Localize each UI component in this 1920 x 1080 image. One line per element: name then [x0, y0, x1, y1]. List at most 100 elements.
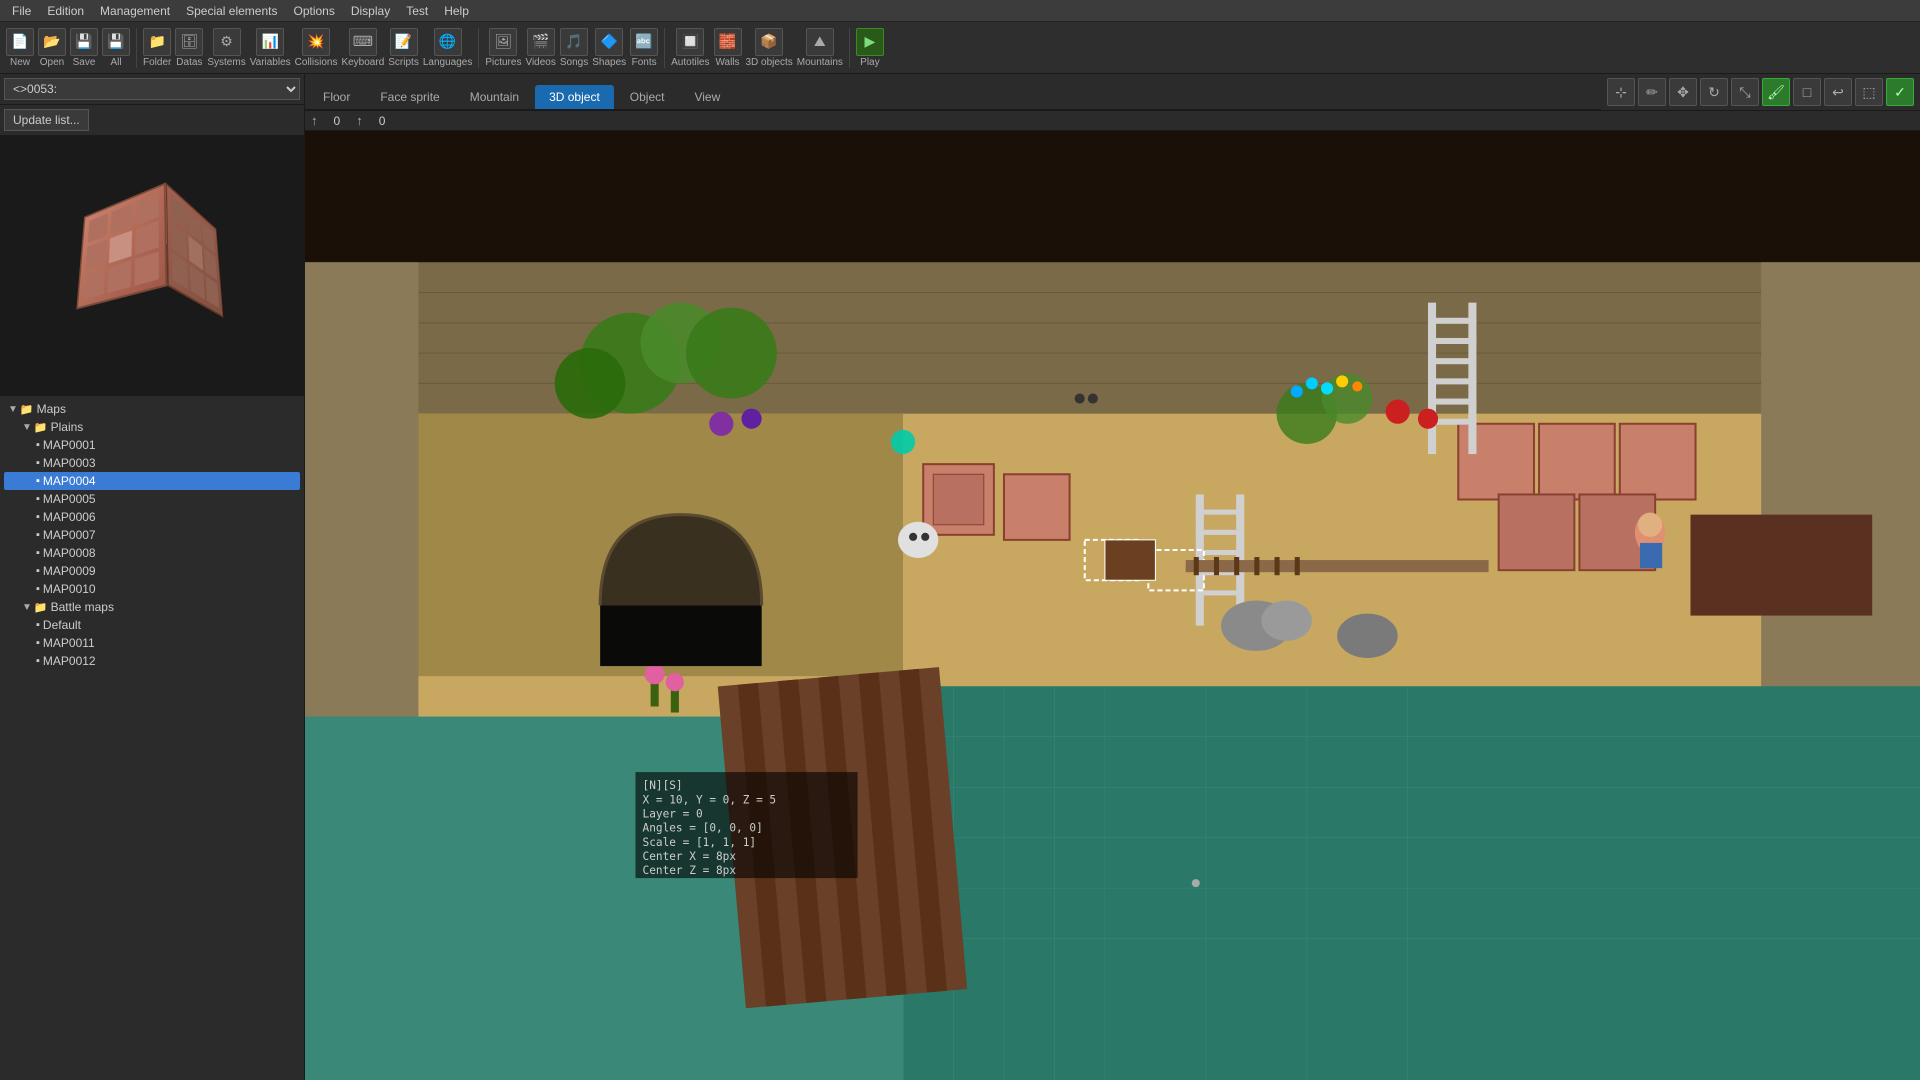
toolbar-sep-3	[664, 28, 665, 68]
menu-test[interactable]: Test	[398, 2, 436, 20]
toolbar-sep-1	[136, 28, 137, 68]
map-icon-0007: ▪	[36, 529, 40, 541]
toolbar-folder[interactable]: 📁 Folder	[143, 28, 171, 68]
autotiles-icon: 🔲	[676, 28, 704, 56]
tree-expand-maps: ▼	[8, 404, 18, 415]
plains-folder-icon: 📁	[34, 421, 48, 434]
toolbar-datas[interactable]: 🗄 Datas	[175, 28, 203, 68]
toolbar-sep-2	[478, 28, 479, 68]
menu-management[interactable]: Management	[92, 2, 178, 20]
arrow-up-icon-2: ↑	[356, 113, 363, 128]
tree-map0010[interactable]: ▪ MAP0010	[4, 580, 300, 598]
tree-map0003[interactable]: ▪ MAP0003	[4, 454, 300, 472]
map-icon-0004: ▪	[36, 475, 40, 487]
toolbar-shapes[interactable]: 🔷 Shapes	[592, 28, 626, 68]
rotate-button[interactable]: ↻	[1700, 78, 1728, 106]
tabs: Floor Face sprite Mountain 3D object Obj…	[305, 74, 1601, 110]
menu-file[interactable]: File	[4, 2, 39, 20]
all-icon: 💾	[102, 28, 130, 56]
toolbar-languages[interactable]: 🌐 Languages	[423, 28, 473, 68]
cursor-button[interactable]: ⊹	[1607, 78, 1635, 106]
toolbar-autotiles[interactable]: 🔲 Autotiles	[671, 28, 709, 68]
tree-map0006[interactable]: ▪ MAP0006	[4, 508, 300, 526]
mountains-icon: ⛰	[806, 28, 834, 56]
map-selector-row: <>0053:	[0, 74, 304, 105]
toolbar-all[interactable]: 💾 All	[102, 28, 130, 68]
toolbar-variables[interactable]: 📊 Variables	[250, 28, 291, 68]
move-button[interactable]: ✥	[1669, 78, 1697, 106]
play-icon: ▶	[856, 28, 884, 56]
map-canvas[interactable]: [N][S] X = 10, Y = 0, Z = 5 Layer = 0 An…	[305, 131, 1920, 1080]
toolbar-mountains[interactable]: ⛰ Mountains	[797, 28, 843, 68]
toolbar-sep-4	[849, 28, 850, 68]
map-scene: [N][S] X = 10, Y = 0, Z = 5 Layer = 0 An…	[305, 131, 1920, 1080]
map-icon-0003: ▪	[36, 457, 40, 469]
menu-help[interactable]: Help	[436, 2, 477, 20]
tree-map0011[interactable]: ▪ MAP0011	[4, 634, 300, 652]
tree-map0009[interactable]: ▪ MAP0009	[4, 562, 300, 580]
tab-floor[interactable]: Floor	[309, 85, 364, 109]
svg-text:Angles = [0, 0, 0]: Angles = [0, 0, 0]	[643, 822, 763, 835]
battlemaps-folder-icon: 📁	[34, 601, 48, 614]
tab-3d-object[interactable]: 3D object	[535, 85, 614, 109]
erase-button[interactable]: □	[1793, 78, 1821, 106]
folder-icon: 📁	[143, 28, 171, 56]
tree-default[interactable]: ▪ Default	[4, 616, 300, 634]
update-list-button[interactable]: Update list...	[4, 109, 89, 131]
toolbar-3dobjects[interactable]: 📦 3D objects	[746, 28, 793, 68]
toolbar-new[interactable]: 📄 New	[6, 28, 34, 68]
keyboard-icon: ⌨	[349, 28, 377, 56]
menu-options[interactable]: Options	[285, 2, 342, 20]
tree-map0001[interactable]: ▪ MAP0001	[4, 436, 300, 454]
draw-button[interactable]: 🖌	[1762, 78, 1790, 106]
tree-map0005[interactable]: ▪ MAP0005	[4, 490, 300, 508]
svg-text:Center X = 8px: Center X = 8px	[643, 850, 737, 863]
tree-map0007[interactable]: ▪ MAP0007	[4, 526, 300, 544]
tree-battlemaps-group[interactable]: ▼ 📁 Battle maps	[4, 598, 300, 616]
tree-plains-group[interactable]: ▼ 📁 Plains	[4, 418, 300, 436]
tab-mountain[interactable]: Mountain	[456, 85, 533, 109]
scale-button[interactable]: ⤡	[1731, 78, 1759, 106]
left-panel: <>0053: Update list...	[0, 74, 305, 1080]
toolbar-scripts[interactable]: 📝 Scripts	[388, 28, 419, 68]
pictures-icon: 🖼	[489, 28, 517, 56]
main-layout: <>0053: Update list...	[0, 74, 1920, 1080]
pencil-button[interactable]: ✏	[1638, 78, 1666, 106]
tab-object[interactable]: Object	[616, 85, 679, 109]
toolbar-play[interactable]: ▶ Play	[856, 28, 884, 68]
toolbar-keyboard[interactable]: ⌨ Keyboard	[341, 28, 384, 68]
map-icon-0009: ▪	[36, 565, 40, 577]
fonts-icon: 🔤	[630, 28, 658, 56]
map-selector-dropdown[interactable]: <>0053:	[4, 78, 300, 100]
toolbar-systems[interactable]: ⚙ Systems	[207, 28, 245, 68]
undo-button[interactable]: ↩	[1824, 78, 1852, 106]
tree-map0008[interactable]: ▪ MAP0008	[4, 544, 300, 562]
menu-display[interactable]: Display	[343, 2, 398, 20]
tree-map0004[interactable]: ▪ MAP0004	[4, 472, 300, 490]
toolbar-collisions[interactable]: 💥 Collisions	[295, 28, 338, 68]
tab-view[interactable]: View	[680, 85, 734, 109]
menu-special-elements[interactable]: Special elements	[178, 2, 285, 20]
tree-maps-group[interactable]: ▼ 📁 Maps	[4, 400, 300, 418]
menu-edition[interactable]: Edition	[39, 2, 92, 20]
map-icon-0010: ▪	[36, 583, 40, 595]
confirm-button[interactable]: ✓	[1886, 78, 1914, 106]
toolbar-videos[interactable]: 🎬 Videos	[525, 28, 555, 68]
map-icon-0008: ▪	[36, 547, 40, 559]
map-icon-default: ▪	[36, 619, 40, 631]
right-content: Floor Face sprite Mountain 3D object Obj…	[305, 74, 1920, 1080]
tree-plains-label: Plains	[51, 420, 84, 434]
tree-map0012[interactable]: ▪ MAP0012	[4, 652, 300, 670]
coords-row: ↑ 0 ↑ 0	[305, 111, 1920, 131]
toolbar-fonts[interactable]: 🔤 Fonts	[630, 28, 658, 68]
toolbar-open[interactable]: 📂 Open	[38, 28, 66, 68]
preview-area	[0, 136, 304, 396]
toolbar-save[interactable]: 💾 Save	[70, 28, 98, 68]
systems-icon: ⚙	[213, 28, 241, 56]
toolbar-songs[interactable]: 🎵 Songs	[560, 28, 588, 68]
tab-face-sprite[interactable]: Face sprite	[366, 85, 453, 109]
toolbar-walls[interactable]: 🧱 Walls	[714, 28, 742, 68]
toolbar-pictures[interactable]: 🖼 Pictures	[485, 28, 521, 68]
placeholder-button[interactable]: ⬚	[1855, 78, 1883, 106]
collisions-icon: 💥	[302, 28, 330, 56]
